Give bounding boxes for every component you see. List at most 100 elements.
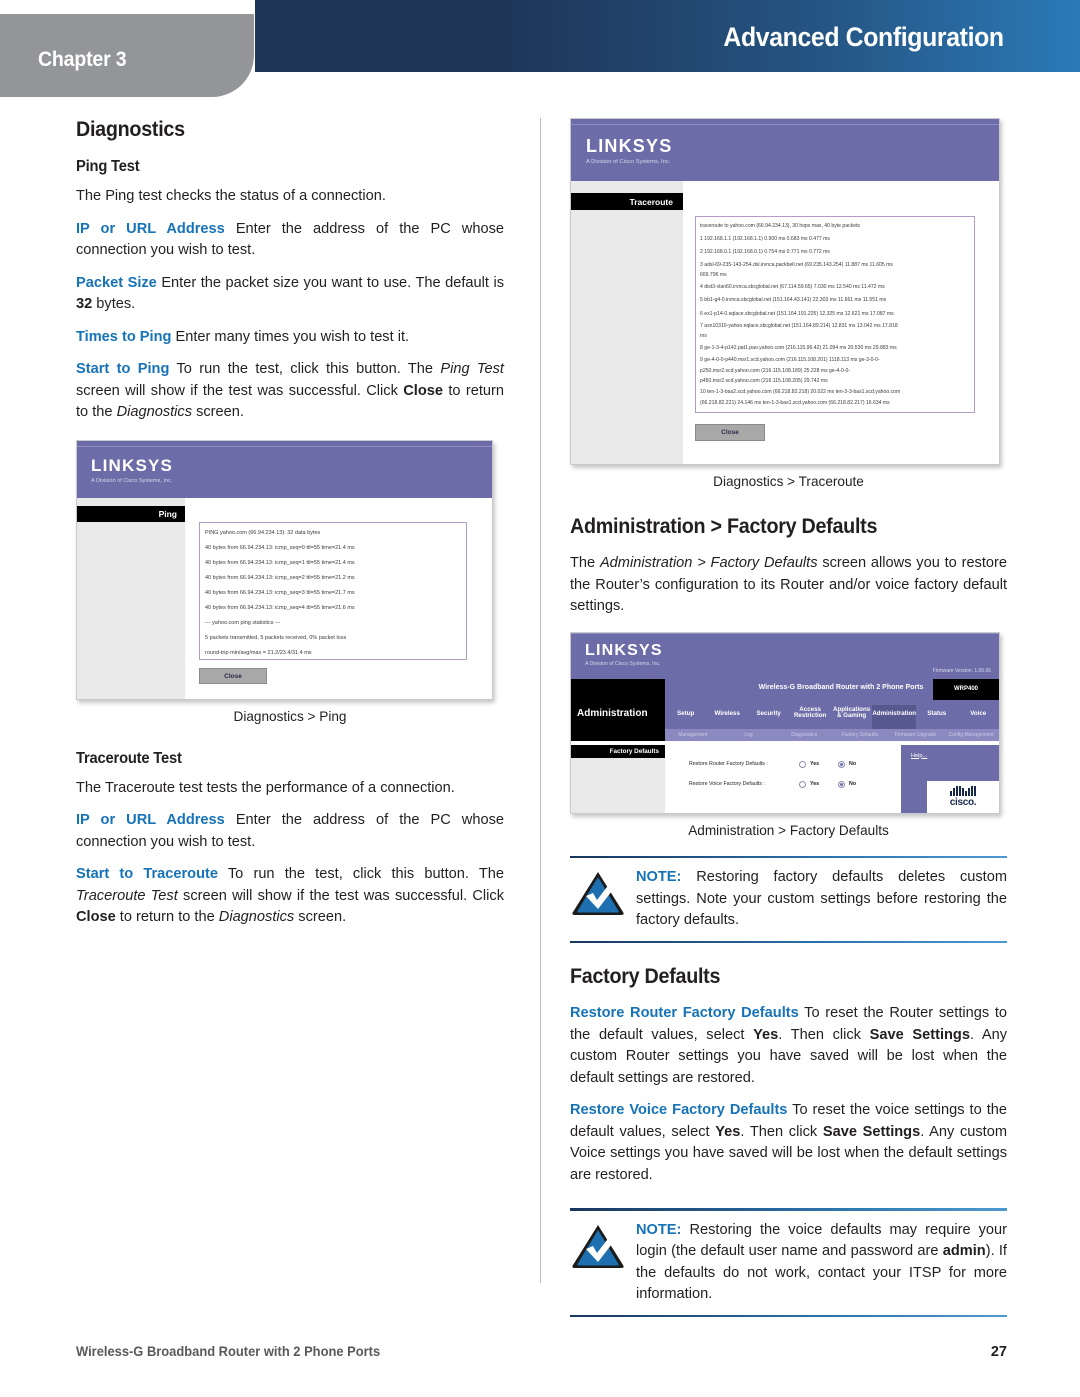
page-footer: Wireless-G Broadband Router with 2 Phone… xyxy=(76,1344,1007,1360)
restore-router-row: Restore Router Factory Defaults : Yes No xyxy=(671,760,901,775)
tab-applications-gaming-label: Applications & Gaming xyxy=(833,705,871,719)
admin-model-number: WRP400 xyxy=(933,678,999,700)
note-1-lead: NOTE: xyxy=(636,869,682,885)
ping-figure-caption: Diagnostics > Ping xyxy=(233,708,347,724)
note2-rule-bottom xyxy=(570,1314,1007,1317)
subtab-log[interactable]: Log xyxy=(721,732,777,741)
ping-intro: The Ping test checks the status of a con… xyxy=(76,188,386,204)
subtab-factory-defaults-label: Factory Defaults xyxy=(841,731,879,738)
note-2-text: NOTE: Restoring the voice defaults may r… xyxy=(636,1221,1007,1303)
restore-router-yes-label: Yes xyxy=(810,760,820,767)
traceroute-close-label: Close xyxy=(721,429,739,436)
term-restore-voice-factory-defaults: Restore Voice Factory Defaults xyxy=(570,1102,788,1118)
close-bold: Close xyxy=(403,382,443,399)
linksys-logo: LINKSYS xyxy=(586,136,673,156)
term-times-to-ping: Times to Ping xyxy=(76,328,172,345)
admin-path-italic: Administration > Factory Defaults xyxy=(599,555,818,571)
ping-item-times-text: Enter many times you wish to test it. xyxy=(171,328,410,345)
tab-voice[interactable]: Voice xyxy=(957,705,998,729)
restore-voice-no-label: No xyxy=(849,780,857,787)
subtab-config-management[interactable]: Config Management xyxy=(943,732,999,741)
admin-tab-row: Setup Wireless Security Access Restricti… xyxy=(665,699,999,729)
ping-item-start-to-ping: Start to Ping To run the test, click thi… xyxy=(76,361,504,420)
admin-bold: admin xyxy=(942,1243,986,1259)
ping-console-line: PING yahoo.com (66.94.234.13): 32 data b… xyxy=(205,529,321,536)
tr-console-line: 8 ge-1-3-4-p142.pat1.pao.yahoo.com (216.… xyxy=(700,345,897,352)
ping-tab-chip[interactable]: Ping xyxy=(77,505,185,522)
tab-security[interactable]: Security xyxy=(748,705,789,729)
factory-defaults-panel-chip[interactable]: Factory Defaults xyxy=(571,744,665,758)
restore-voice-yes-radio[interactable] xyxy=(799,780,806,788)
tab-applications-gaming[interactable]: Applications & Gaming xyxy=(831,705,872,729)
subtab-diagnostics[interactable]: Diagnostics xyxy=(776,732,832,741)
admin-figure-caption: Administration > Factory Defaults xyxy=(688,822,889,838)
yes-bold-voice: Yes xyxy=(715,1123,741,1140)
term-tr-ip-url-address: IP or URL Address xyxy=(76,812,225,828)
admin-factory-defaults-heading: Administration > Factory Defaults xyxy=(570,515,878,538)
subtab-management-label: Management xyxy=(678,731,708,738)
term-start-to-traceroute: Start to Traceroute xyxy=(76,866,218,882)
tab-administration[interactable]: Administration xyxy=(872,704,917,729)
tab-security-label: Security xyxy=(756,709,781,717)
tr-console-line: 5 bb1-g4-0.irvnca.sbcglobal.net (151.164… xyxy=(700,297,887,304)
restore-router-paragraph: Restore Router Factory Defaults To reset… xyxy=(570,1005,1008,1086)
traceroute-test-heading: Traceroute Test xyxy=(76,749,182,767)
ping-shot-body: Ping PING yahoo.com (66.94.234.13): 32 d… xyxy=(77,497,492,699)
traceroute-close-button[interactable]: Close xyxy=(695,424,765,441)
restore-voice-row: Restore Voice Factory Defaults : Yes No xyxy=(671,780,901,795)
tr-console-line: 10 ten-1-3-bas2.scd.yahoo.com (66.218.82… xyxy=(700,389,901,396)
subtab-management[interactable]: Management xyxy=(665,732,721,741)
firmware-version: Firmware Version: 1.00.06 xyxy=(932,667,991,674)
admin-linksys-bar: LINKSYS A Division of Cisco Systems, Inc… xyxy=(571,632,999,679)
traceroute-test-italic: Traceroute Test xyxy=(76,887,178,904)
tab-access-restriction[interactable]: Access Restriction xyxy=(789,705,830,729)
traceroute-intro: The Traceroute test tests the performanc… xyxy=(76,779,455,796)
admin-section-title-label: Administration xyxy=(577,707,648,719)
ping-console-line: 40 bytes from 66.94.234.13: icmp_seq=3 t… xyxy=(205,589,355,596)
ping-tab-label: Ping xyxy=(158,508,177,519)
subtab-firmware-upgrade[interactable]: Firmware Upgrade xyxy=(888,732,944,741)
tab-setup[interactable]: Setup xyxy=(665,705,706,729)
manual-page: Advanced Configuration Chapter 3 Diagnos… xyxy=(0,0,1080,1397)
subtab-log-label: Log xyxy=(744,731,753,738)
subtab-factory-defaults[interactable]: Factory Defaults xyxy=(832,732,888,741)
help-link[interactable]: Help... xyxy=(911,753,927,759)
restore-router-no-radio[interactable] xyxy=(838,760,845,768)
ping-close-button[interactable]: Close xyxy=(199,667,267,684)
tr-diagnostics-italic: Diagnostics xyxy=(218,909,295,925)
tab-wireless[interactable]: Wireless xyxy=(706,705,747,729)
note-box-1: NOTE: Restoring factory defaults deletes… xyxy=(570,855,1007,943)
tr-console-line: traceroute to yahoo.com (66.94.234.13), … xyxy=(700,223,860,229)
tr-console-line: 6 ex1-p14-0.eqlace.sbcglobal.net (151.16… xyxy=(700,310,894,317)
tab-status[interactable]: Status xyxy=(916,705,957,729)
linksys-logo-subtitle: A Division of Cisco Systems, Inc. xyxy=(91,477,173,484)
cisco-logo-block: cisco. xyxy=(927,780,999,813)
traceroute-item-ip-url: IP or URL Address Enter the address of t… xyxy=(76,810,504,853)
tr-console-line: ms xyxy=(700,333,707,340)
factory-defaults-panel-label: Factory Defaults xyxy=(609,747,659,755)
footer-product-title: Wireless-G Broadband Router with 2 Phone… xyxy=(76,1344,381,1359)
tr-console-line: 2 192.168.0.1 (192.168.0.1) 0.754 ms 0.7… xyxy=(700,249,830,256)
linksys-logo-subtitle: A Division of Cisco Systems, Inc. xyxy=(586,159,671,165)
save-settings-bold-router: Save Settings xyxy=(869,1026,970,1043)
restore-voice-yes-label: Yes xyxy=(810,780,820,787)
traceroute-item-start: Start to Traceroute To run the test, cli… xyxy=(76,866,504,925)
admin-left-title-bg xyxy=(571,678,665,700)
traceroute-tab-chip[interactable]: Traceroute xyxy=(571,193,683,210)
restore-voice-paragraph: Restore Voice Factory Defaults To reset … xyxy=(570,1102,1007,1183)
tr-console-line: 1 192.168.1.1 (192.168.1.1) 0.900 ms 0.6… xyxy=(700,236,830,243)
admin-section-title: Administration xyxy=(571,699,665,729)
admin-form-panel: Restore Router Factory Defaults : Yes No… xyxy=(671,744,901,813)
note-1-body: Restoring factory defaults deletes custo… xyxy=(636,869,1007,928)
tr-console-line: 4 dist3-vlan60.irvnca.sbcglobal.net (67.… xyxy=(700,284,885,291)
note-2-lead: NOTE: xyxy=(636,1221,682,1238)
chapter-tab: Chapter 3 xyxy=(0,14,254,97)
linksys-logo-subtitle: A Division of Cisco Systems, Inc. xyxy=(585,660,661,667)
ping-console-output: PING yahoo.com (66.94.234.13): 32 data b… xyxy=(199,521,467,660)
ping-console-line: 40 bytes from 66.94.234.13: icmp_seq=1 t… xyxy=(205,559,355,566)
right-column: LINKSYS A Division of Cisco Systems, Inc… xyxy=(570,118,1007,1317)
diagnostics-heading: Diagnostics xyxy=(76,118,185,141)
subtab-config-management-label: Config Management xyxy=(948,731,994,738)
restore-router-yes-radio[interactable] xyxy=(799,760,806,768)
restore-voice-no-radio[interactable] xyxy=(838,780,845,788)
